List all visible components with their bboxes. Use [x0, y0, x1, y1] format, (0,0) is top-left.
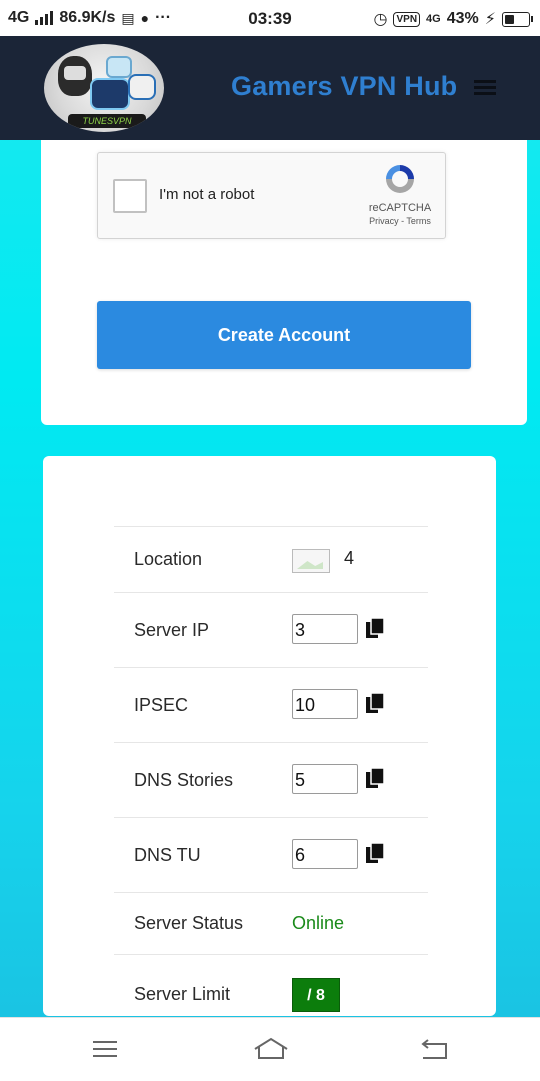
status-bar: 4G 86.9K/s ▤ ● ··· 03:39 ◷ VPN 4G 43% ⚡	[0, 0, 540, 36]
recaptcha-label: I'm not a robot	[159, 186, 255, 203]
dns-tu-label: DNS TU	[134, 845, 201, 865]
dns-stories-label: DNS Stories	[134, 770, 234, 790]
server-status-label: Server Status	[134, 913, 244, 933]
server-info-card: Location 4 Server IP 3 IPSEC 10 DNS Stor…	[43, 456, 496, 1016]
battery-icon	[502, 11, 533, 27]
dns-stories-row: DNS Stories 5	[114, 742, 428, 818]
copy-icon[interactable]	[365, 768, 385, 790]
controller-graphic	[128, 74, 156, 100]
copy-icon[interactable]	[365, 618, 385, 640]
recaptcha-widget: I'm not a robot reCAPTCHA Privacy - Term…	[97, 152, 446, 239]
create-account-button[interactable]: Create Account	[97, 301, 471, 369]
alarm-icon: ◷	[373, 11, 388, 28]
robot-graphic	[90, 78, 130, 110]
recaptcha-icon	[386, 165, 414, 193]
server-ip-label: Server IP	[134, 620, 210, 640]
ipsec-label: IPSEC	[134, 695, 189, 715]
app-header: TUNESVPN Gamers VPN Hub	[0, 36, 540, 140]
server-limit-label: Server Limit	[134, 984, 231, 1004]
gamepad-graphic	[106, 56, 132, 78]
system-nav-bar	[0, 1017, 540, 1081]
home-icon[interactable]	[253, 1036, 289, 1062]
brand-logo[interactable]: TUNESVPN	[44, 44, 164, 132]
server-limit-row: Server Limit / 8	[114, 954, 428, 1017]
charging-icon: ⚡	[484, 11, 496, 28]
site-title[interactable]: Gamers VPN Hub	[231, 71, 457, 102]
country-flag-image	[292, 549, 330, 573]
recaptcha-checkbox[interactable]	[113, 179, 147, 213]
mask-graphic	[64, 66, 86, 80]
dns-stories-field[interactable]: 5	[292, 764, 358, 794]
network-type-2: 4G	[426, 13, 441, 25]
signup-card: I'm not a robot reCAPTCHA Privacy - Term…	[41, 140, 527, 425]
recent-apps-icon[interactable]	[90, 1036, 120, 1062]
copy-icon[interactable]	[365, 843, 385, 865]
battery-percent: 43%	[446, 10, 479, 27]
dns-tu-field[interactable]: 6	[292, 839, 358, 869]
server-ip-row: Server IP 3	[114, 592, 428, 668]
ipsec-field[interactable]: 10	[292, 689, 358, 719]
recaptcha-brand: reCAPTCHA	[368, 202, 432, 214]
location-value: 4	[344, 548, 355, 568]
server-ip-field[interactable]: 3	[292, 614, 358, 644]
server-status-row: Server Status Online	[114, 892, 428, 955]
location-row: Location 4	[114, 526, 428, 593]
dns-tu-row: DNS TU 6	[114, 817, 428, 893]
logo-text: TUNESVPN	[68, 114, 146, 128]
location-label: Location	[134, 549, 203, 569]
back-icon[interactable]	[420, 1036, 450, 1062]
recaptcha-terms-link[interactable]: Privacy - Terms	[360, 216, 440, 226]
server-status-value: Online	[292, 913, 345, 933]
ipsec-row: IPSEC 10	[114, 667, 428, 743]
copy-icon[interactable]	[365, 693, 385, 715]
menu-icon[interactable]	[474, 80, 496, 96]
server-limit-badge: / 8	[292, 978, 340, 1012]
vpn-icon: VPN	[393, 11, 421, 27]
